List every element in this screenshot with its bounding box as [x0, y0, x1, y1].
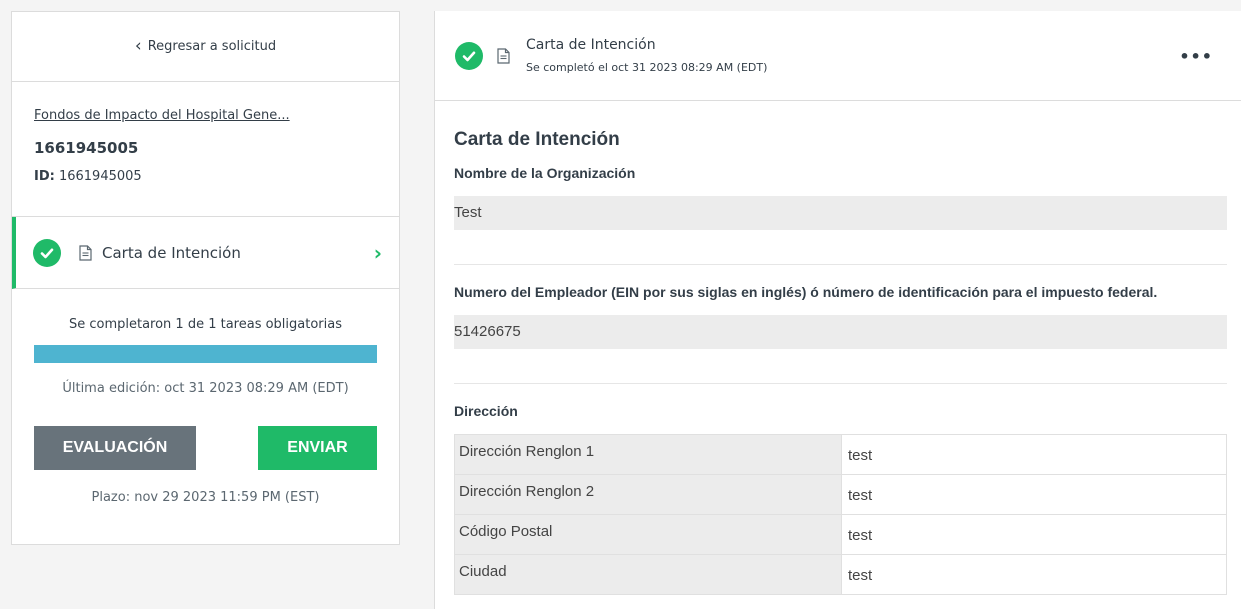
org-name-label: Nombre de la Organización — [454, 165, 636, 181]
address-key: Código Postal — [454, 514, 842, 555]
address-value: test — [841, 514, 1227, 555]
address-value: test — [841, 554, 1227, 595]
check-circle-icon — [455, 41, 483, 70]
application-id: ID: 1661945005 — [34, 169, 377, 184]
table-row: Dirección Renglon 2 test — [454, 474, 1227, 515]
task-item-carta-de-intencion[interactable]: Carta de Intención › — [12, 217, 399, 289]
document-icon — [79, 244, 92, 261]
table-row: Código Postal test — [454, 514, 1227, 555]
divider — [454, 383, 1227, 384]
task-detail: Carta de Intención Se completó el oct 31… — [434, 11, 1241, 609]
divider — [454, 264, 1227, 265]
back-to-application-link[interactable]: ‹ Regresar a solicitud — [12, 12, 399, 82]
progress-bar — [34, 345, 377, 363]
check-circle-icon — [33, 238, 61, 267]
evaluation-button[interactable]: EVALUACIÓN — [34, 426, 196, 470]
task-title: Carta de Intención — [526, 37, 656, 53]
application-info: Fondos de Impacto del Hospital Gene... 1… — [12, 82, 399, 217]
address-table: Dirección Renglon 1 test Dirección Rengl… — [454, 434, 1227, 595]
ein-label: Numero del Empleador (EIN por sus siglas… — [454, 284, 1158, 300]
task-completed-date: Se completó el oct 31 2023 08:29 AM (EDT… — [526, 61, 768, 74]
task-header-text: Carta de Intención Se completó el oct 31… — [526, 37, 767, 74]
id-value: 1661945005 — [58, 169, 142, 184]
action-buttons: EVALUACIÓN ENVIAR — [34, 426, 377, 470]
task-header: Carta de Intención Se completó el oct 31… — [435, 11, 1241, 101]
last-edited: Última edición: oct 31 2023 08:29 AM (ED… — [62, 381, 349, 396]
section-title: Carta de Intención — [454, 129, 620, 150]
task-label: Carta de Intención — [102, 243, 241, 262]
address-label: Dirección — [454, 403, 518, 419]
address-value: test — [841, 434, 1227, 475]
address-key: Dirección Renglon 1 — [454, 434, 842, 475]
address-key: Ciudad — [454, 554, 842, 595]
ein-value: 51426675 — [454, 315, 1227, 349]
form-content: Carta de Intención Nombre de la Organiza… — [435, 101, 1241, 595]
table-row: Ciudad test — [454, 554, 1227, 595]
table-row: Dirección Renglon 1 test — [454, 434, 1227, 475]
back-label: Regresar a solicitud — [147, 39, 277, 54]
task-sidebar: ‹ Regresar a solicitud Fondos de Impacto… — [11, 11, 400, 545]
deadline: Plazo: nov 29 2023 11:59 PM (EST) — [91, 490, 320, 505]
chevron-left-icon: ‹ — [134, 36, 142, 56]
progress-text: Se completaron 1 de 1 tareas obligatoria… — [68, 317, 343, 332]
application-link[interactable]: Fondos de Impacto del Hospital Gene... — [34, 108, 377, 123]
address-key: Dirección Renglon 2 — [454, 474, 842, 515]
send-button[interactable]: ENVIAR — [258, 426, 377, 470]
application-number: 1661945005 — [34, 139, 139, 157]
org-name-value: Test — [454, 196, 1227, 230]
chevron-right-icon: › — [373, 240, 382, 265]
more-horizontal-icon[interactable]: ••• — [1179, 49, 1213, 65]
id-label: ID: — [34, 169, 55, 184]
address-value: test — [841, 474, 1227, 515]
progress-section: Se completaron 1 de 1 tareas obligatoria… — [12, 289, 399, 505]
document-icon — [497, 47, 510, 64]
